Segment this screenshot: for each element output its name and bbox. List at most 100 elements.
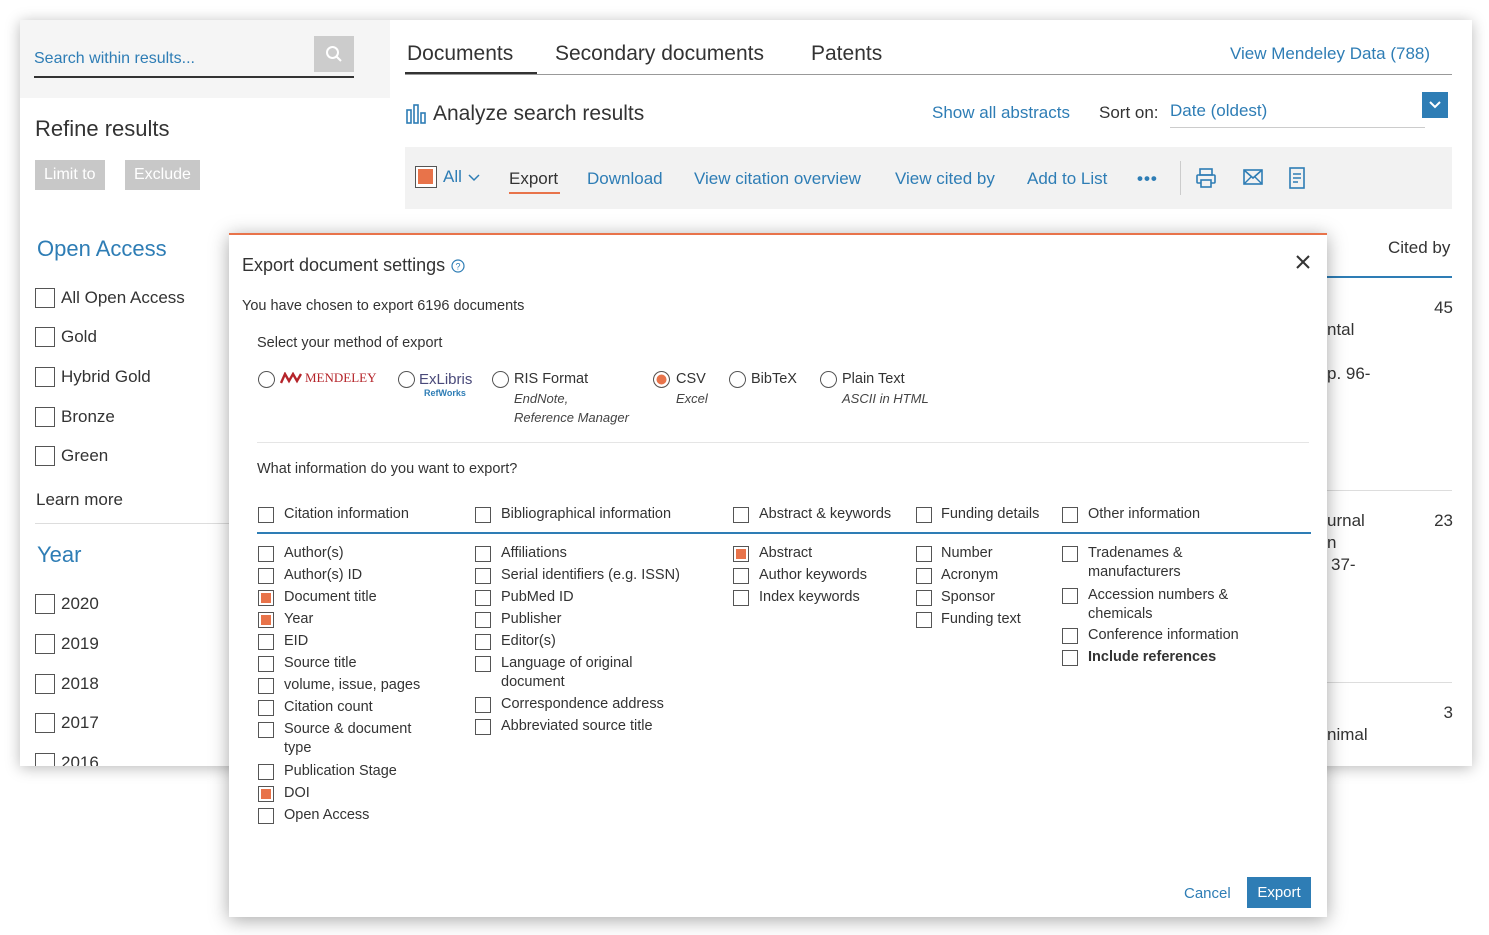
- checkbox-year[interactable]: [258, 612, 274, 628]
- tab-documents[interactable]: Documents: [407, 42, 513, 66]
- analyze-search-results[interactable]: Analyze search results: [406, 102, 644, 126]
- checkbox-serial-identifiers[interactable]: [475, 568, 491, 584]
- filter-year-2016[interactable]: 2016: [35, 752, 99, 766]
- checkbox[interactable]: [35, 288, 55, 308]
- checkbox-bibliographical-information[interactable]: [475, 507, 491, 523]
- email-icon[interactable]: [1243, 169, 1263, 185]
- filter-gold[interactable]: Gold: [35, 326, 97, 348]
- radio-exlibris[interactable]: [398, 371, 415, 388]
- checkbox-tradenames-manufacturers[interactable]: [1062, 546, 1078, 562]
- cited-count[interactable]: 23: [1413, 511, 1453, 531]
- checkbox[interactable]: [35, 367, 55, 387]
- exclude-button[interactable]: Exclude: [125, 160, 200, 190]
- checkbox-author-keywords[interactable]: [733, 568, 749, 584]
- checkbox-accession-numbers-chemicals[interactable]: [1062, 588, 1078, 604]
- checkbox-acronym[interactable]: [916, 568, 932, 584]
- checkbox[interactable]: [35, 594, 55, 614]
- checkbox-eid[interactable]: [258, 634, 274, 650]
- filter-year-2019[interactable]: 2019: [35, 633, 99, 655]
- checkbox-citation-count[interactable]: [258, 700, 274, 716]
- checkbox[interactable]: [35, 674, 55, 694]
- checkbox-affiliations[interactable]: [475, 546, 491, 562]
- checkbox-other-information[interactable]: [1062, 507, 1078, 523]
- filter-green[interactable]: Green: [35, 445, 108, 467]
- search-input[interactable]: Search within results...: [34, 50, 195, 68]
- checkbox-doi[interactable]: [258, 786, 274, 802]
- tabs-divider: [405, 74, 1452, 75]
- checkbox[interactable]: [35, 446, 55, 466]
- checkbox[interactable]: [35, 753, 55, 766]
- filter-year-2020[interactable]: 2020: [35, 593, 99, 615]
- search-within-results[interactable]: Search within results...: [34, 34, 354, 78]
- checkbox-conference-information[interactable]: [1062, 628, 1078, 644]
- export-confirm-button[interactable]: Export: [1247, 877, 1311, 908]
- checkbox-index-keywords[interactable]: [733, 590, 749, 606]
- filter-hybrid-gold[interactable]: Hybrid Gold: [35, 366, 151, 388]
- cancel-button[interactable]: Cancel: [1184, 885, 1231, 902]
- checkbox-source-title[interactable]: [258, 656, 274, 672]
- checkbox-citation-information[interactable]: [258, 507, 274, 523]
- radio-bibtex[interactable]: [729, 371, 746, 388]
- filter-year-2017[interactable]: 2017: [35, 712, 99, 734]
- tab-patents[interactable]: Patents: [811, 42, 882, 66]
- bibliography-icon[interactable]: [1288, 167, 1306, 189]
- radio-mendeley[interactable]: [258, 371, 275, 388]
- checkbox-language-of-original-document[interactable]: [475, 656, 491, 672]
- checkbox-sponsor[interactable]: [916, 590, 932, 606]
- checkbox-abstract-keywords[interactable]: [733, 507, 749, 523]
- checkbox[interactable]: [35, 634, 55, 654]
- checkbox-document-title[interactable]: [258, 590, 274, 606]
- select-all-dropdown[interactable]: All: [443, 167, 462, 187]
- radio-plain-text[interactable]: [820, 371, 837, 388]
- add-to-list-button[interactable]: Add to List: [1027, 169, 1107, 189]
- checkbox-abstract[interactable]: [733, 546, 749, 562]
- checkbox[interactable]: [35, 327, 55, 347]
- checkbox-source-document-type[interactable]: [258, 722, 274, 738]
- open-access-heading[interactable]: Open Access: [37, 236, 167, 262]
- checkbox[interactable]: [35, 713, 55, 733]
- show-all-abstracts-link[interactable]: Show all abstracts: [932, 103, 1070, 123]
- checkbox-editors[interactable]: [475, 634, 491, 650]
- radio-csv[interactable]: [653, 371, 670, 388]
- limit-to-button[interactable]: Limit to: [35, 160, 105, 190]
- search-button[interactable]: [314, 36, 354, 72]
- checkbox-publisher[interactable]: [475, 612, 491, 628]
- filter-bronze[interactable]: Bronze: [35, 406, 115, 428]
- tab-secondary-documents[interactable]: Secondary documents: [555, 42, 764, 66]
- year-heading[interactable]: Year: [37, 542, 81, 568]
- checkbox-authors[interactable]: [258, 546, 274, 562]
- help-icon[interactable]: ?: [451, 258, 465, 273]
- checkbox-author-ids[interactable]: [258, 568, 274, 584]
- checkbox-abbreviated-source-title[interactable]: [475, 719, 491, 735]
- checkbox-volume-issue-pages[interactable]: [258, 678, 274, 694]
- radio-ris[interactable]: [492, 371, 509, 388]
- checkbox-publication-stage[interactable]: [258, 764, 274, 780]
- checkbox-pubmed-id[interactable]: [475, 590, 491, 606]
- checkbox-funding-details[interactable]: [916, 507, 932, 523]
- cited-count[interactable]: 45: [1413, 298, 1453, 318]
- sort-select[interactable]: Date (oldest): [1170, 98, 1425, 128]
- cited-count[interactable]: 3: [1413, 703, 1453, 723]
- checkbox-open-access[interactable]: [258, 808, 274, 824]
- cited-by-header[interactable]: Cited by: [1388, 238, 1450, 258]
- checkbox-include-references[interactable]: [1062, 650, 1078, 666]
- checkbox[interactable]: [35, 407, 55, 427]
- checkbox-number[interactable]: [916, 546, 932, 562]
- mendeley-data-link[interactable]: View Mendeley Data (788): [1230, 44, 1430, 64]
- checkbox-correspondence-address[interactable]: [475, 697, 491, 713]
- download-button[interactable]: Download: [587, 169, 663, 189]
- search-icon: [326, 46, 342, 62]
- ris-sub-endnote: EndNote,: [514, 391, 569, 406]
- sort-dropdown-button[interactable]: [1422, 92, 1448, 118]
- export-button[interactable]: Export: [509, 169, 558, 189]
- print-icon[interactable]: [1195, 167, 1217, 189]
- select-all-checkbox[interactable]: [415, 166, 437, 188]
- close-icon[interactable]: [1295, 254, 1311, 270]
- checkbox-funding-text[interactable]: [916, 612, 932, 628]
- view-cited-by-button[interactable]: View cited by: [895, 169, 995, 189]
- filter-all-open-access[interactable]: All Open Access: [35, 287, 185, 309]
- filter-year-2018[interactable]: 2018: [35, 673, 99, 695]
- view-citation-overview-button[interactable]: View citation overview: [694, 169, 861, 189]
- more-options-button[interactable]: •••: [1137, 169, 1158, 189]
- learn-more-link[interactable]: Learn more: [36, 490, 123, 510]
